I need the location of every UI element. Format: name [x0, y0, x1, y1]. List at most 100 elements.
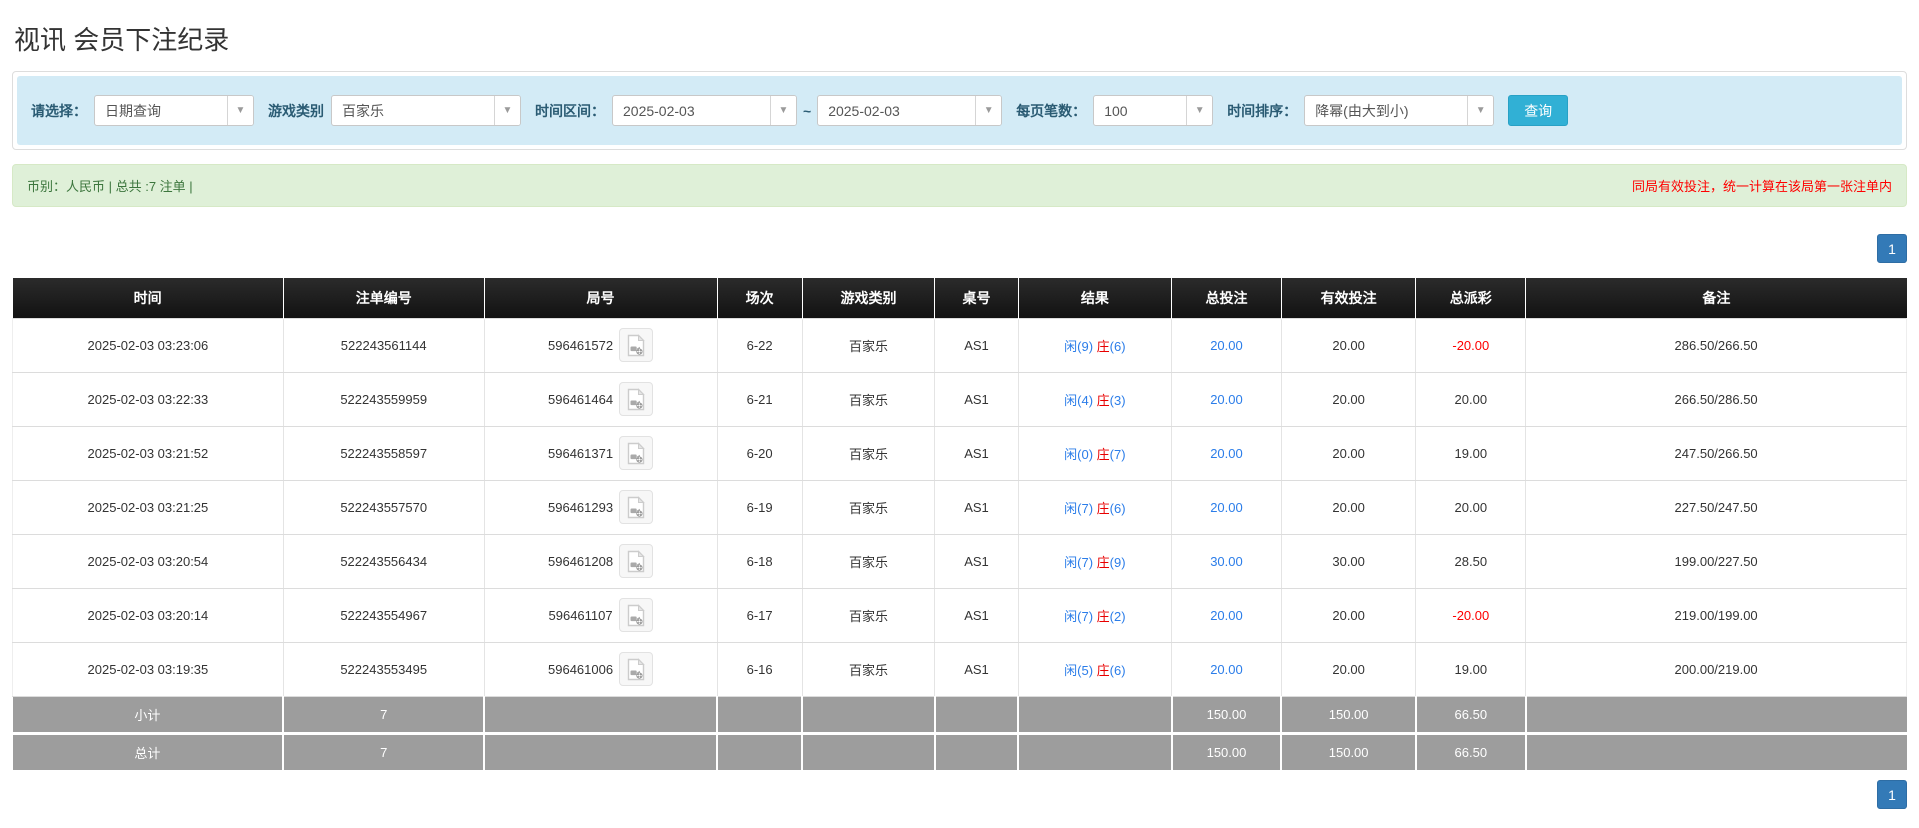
- table-row: 2025-02-03 03:23:06 522243561144 5964615…: [12, 317, 1907, 373]
- cell-bet-id: 522243554967: [283, 588, 485, 643]
- cell-valid-bet: 20.00: [1281, 372, 1417, 427]
- video-file-icon: [627, 441, 645, 464]
- cell-result: 闲(0) 庄(7): [1018, 426, 1173, 481]
- result-player: 闲(9): [1064, 338, 1094, 354]
- page-1-button[interactable]: 1: [1877, 780, 1907, 809]
- cell-time: 2025-02-03 03:20:54: [12, 534, 284, 589]
- cell-round-id: 596461293: [484, 480, 718, 535]
- video-record-button[interactable]: [619, 652, 654, 686]
- subtotal-total-bet: 150.00: [1171, 696, 1283, 733]
- cell-payout: -20.00: [1415, 317, 1527, 373]
- cell-game-category: 百家乐: [802, 642, 936, 697]
- cell-bet-id: 522243556434: [283, 534, 485, 589]
- video-record-button[interactable]: [618, 598, 653, 632]
- round-id-text: 596461208: [548, 553, 614, 569]
- video-record-button[interactable]: [619, 382, 654, 416]
- cell-result: 闲(4) 庄(3): [1018, 372, 1173, 427]
- subtotal-label: 小计: [12, 696, 285, 733]
- game-category-select[interactable]: 百家乐 ▼: [331, 95, 521, 126]
- cell-table-number: AS1: [934, 480, 1019, 535]
- result-player: 闲(7): [1064, 554, 1094, 570]
- cell-payout: 20.00: [1415, 372, 1527, 427]
- page-1-button[interactable]: 1: [1877, 234, 1907, 263]
- table-row: 2025-02-03 03:21:52 522243558597 5964613…: [12, 426, 1907, 481]
- cell-round-id: 596461572: [484, 317, 718, 373]
- query-type-select[interactable]: 日期查询 ▼: [94, 95, 254, 126]
- cell-game-category: 百家乐: [802, 588, 936, 643]
- total-valid-bet: 150.00: [1281, 731, 1417, 770]
- cell-session: 6-17: [717, 588, 803, 643]
- video-record-button[interactable]: [619, 328, 654, 362]
- cell-valid-bet: 20.00: [1281, 480, 1417, 535]
- cell-total-bet[interactable]: 20.00: [1171, 588, 1282, 643]
- cell-session: 6-20: [717, 426, 803, 481]
- query-type-value: 日期查询: [105, 102, 161, 119]
- round-id-text: 596461464: [548, 391, 614, 407]
- result-banker: 庄: [1096, 608, 1110, 624]
- date-to-value: 2025-02-03: [828, 102, 900, 119]
- total-label: 总计: [12, 731, 285, 770]
- cell-remark: 200.00/219.00: [1525, 642, 1907, 697]
- cell-payout: 19.00: [1415, 426, 1527, 481]
- result-player: 闲(0): [1064, 446, 1094, 462]
- video-record-button[interactable]: [619, 490, 654, 524]
- cell-time: 2025-02-03 03:22:33: [12, 372, 284, 427]
- round-id-text: 596461107: [548, 607, 613, 623]
- cell-session: 6-21: [717, 372, 803, 427]
- result-banker-number: (6): [1109, 338, 1126, 354]
- cell-time: 2025-02-03 03:21:25: [12, 480, 284, 535]
- table-row: 2025-02-03 03:21:25 522243557570 5964612…: [12, 480, 1907, 535]
- date-to-select[interactable]: 2025-02-03 ▼: [817, 95, 1003, 126]
- summary-bar: 币别：人民币 | 总共 :7 注单 | 同局有效投注，统一计算在该局第一张注单内: [12, 164, 1907, 207]
- cell-time: 2025-02-03 03:19:35: [12, 642, 284, 697]
- page-size-select[interactable]: 100 ▼: [1093, 95, 1214, 126]
- cell-bet-id: 522243559959: [283, 372, 485, 427]
- result-banker: 庄: [1096, 554, 1110, 570]
- column-header: 结果: [1018, 278, 1173, 318]
- result-banker: 庄: [1096, 500, 1110, 516]
- cell-total-bet[interactable]: 20.00: [1171, 480, 1282, 535]
- search-button[interactable]: 查询: [1508, 95, 1569, 126]
- chevron-down-icon: ▼: [975, 96, 1002, 125]
- cell-remark: 227.50/247.50: [1525, 480, 1907, 535]
- cell-session: 6-18: [717, 534, 803, 589]
- column-header: 桌号: [934, 278, 1019, 318]
- video-record-button[interactable]: [619, 544, 654, 578]
- cell-valid-bet: 20.00: [1281, 317, 1417, 373]
- cell-remark: 199.00/227.50: [1525, 534, 1907, 589]
- cell-result: 闲(7) 庄(9): [1018, 534, 1173, 589]
- cell-remark: 286.50/266.50: [1525, 317, 1907, 373]
- cell-bet-id: 522243557570: [283, 480, 485, 535]
- cell-total-bet[interactable]: 30.00: [1171, 534, 1282, 589]
- table-row: 2025-02-03 03:22:33 522243559959 5964614…: [12, 372, 1907, 427]
- cell-payout: 20.00: [1415, 480, 1527, 535]
- cell-payout: 19.00: [1415, 642, 1527, 697]
- date-from-select[interactable]: 2025-02-03 ▼: [612, 95, 797, 126]
- video-record-button[interactable]: [619, 436, 654, 470]
- column-header: 注单编号: [283, 278, 485, 318]
- page-size-label: 每页笔数：: [1016, 102, 1087, 119]
- cell-payout: 28.50: [1415, 534, 1527, 589]
- cell-total-bet[interactable]: 20.00: [1171, 426, 1282, 481]
- column-header: 时间: [12, 278, 284, 318]
- result-banker: 庄: [1096, 338, 1110, 354]
- cell-table-number: AS1: [934, 642, 1019, 697]
- cell-total-bet[interactable]: 20.00: [1171, 317, 1282, 373]
- column-header: 游戏类别: [802, 278, 936, 318]
- video-file-icon: [627, 603, 645, 626]
- chevron-down-icon: ▼: [227, 96, 253, 125]
- time-sort-select[interactable]: 降幂(由大到小) ▼: [1304, 95, 1495, 126]
- cell-table-number: AS1: [934, 426, 1019, 481]
- cell-total-bet[interactable]: 20.00: [1171, 372, 1282, 427]
- subtotal-payout: 66.50: [1415, 696, 1527, 733]
- result-banker: 庄: [1096, 392, 1110, 408]
- table-body: 2025-02-03 03:23:06 522243561144 5964615…: [12, 317, 1907, 697]
- table-header-row: 时间 注单编号 局号 场次 游戏类别 桌号 结果 总投注 有效投注 总派彩 备注: [12, 278, 1907, 318]
- result-banker-number: (7): [1109, 446, 1126, 462]
- cell-result: 闲(7) 庄(2): [1018, 588, 1173, 643]
- cell-total-bet[interactable]: 20.00: [1171, 642, 1282, 697]
- chevron-down-icon: ▼: [494, 96, 520, 125]
- total-row: 总计 7 150.00 150.00 66.50: [12, 731, 1907, 770]
- result-player: 闲(4): [1064, 392, 1094, 408]
- column-header: 总派彩: [1415, 278, 1527, 318]
